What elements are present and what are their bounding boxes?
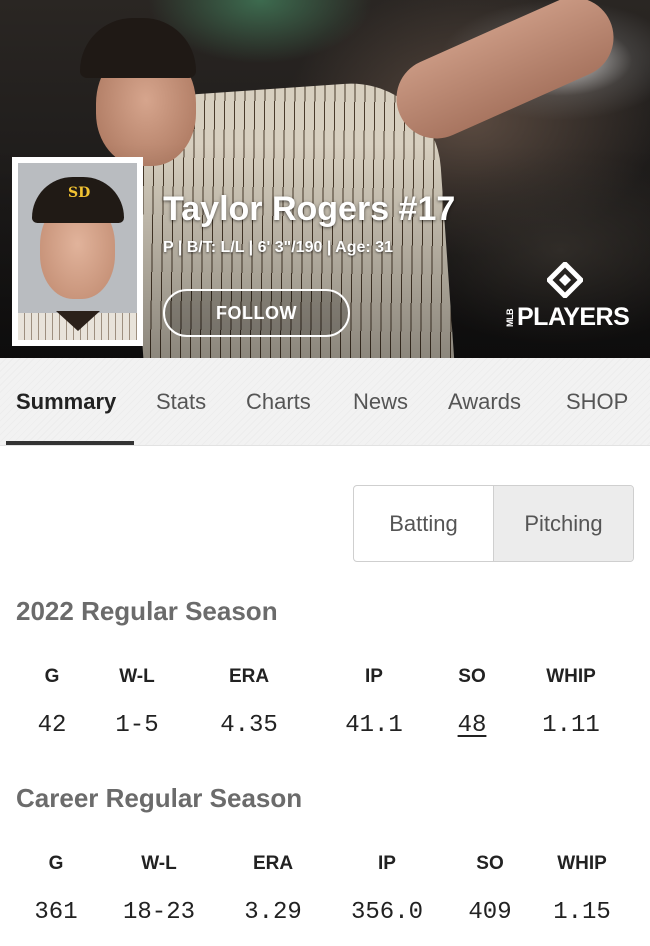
- mlb-players-logo: MLBPLAYERS: [505, 262, 630, 332]
- season-header-g: G: [44, 666, 60, 687]
- player-bio-line: P | B/T: L/L | 6' 3"/190 | Age: 31: [163, 239, 393, 256]
- season-value-g: 42: [37, 712, 67, 739]
- season-section-title: 2022 Regular Season: [16, 596, 278, 626]
- mlb-logo-text: PLAYERS: [517, 303, 630, 331]
- season-value-whip: 1.11: [542, 712, 600, 739]
- career-value-wl: 18-23: [122, 899, 196, 926]
- batting-toggle-button[interactable]: Batting: [354, 486, 493, 561]
- batting-pitching-toggle: Batting Pitching: [353, 485, 634, 562]
- player-name: Taylor Rogers #17: [163, 190, 456, 228]
- player-tab-bar: Summary Stats Charts News Awards SHOP: [0, 358, 650, 446]
- player-headshot: SD: [12, 157, 143, 346]
- player-hero-banner: SD Taylor Rogers #17 P | B/T: L/L | 6' 3…: [0, 0, 650, 358]
- career-value-ip: 356.0: [350, 899, 424, 926]
- career-header-era: ERA: [252, 853, 294, 874]
- season-header-ip: IP: [365, 666, 383, 687]
- career-value-whip: 1.15: [553, 899, 611, 926]
- tab-awards[interactable]: Awards: [448, 389, 521, 415]
- tab-news[interactable]: News: [353, 389, 408, 415]
- mlb-players-diamond-icon: [547, 262, 583, 298]
- season-value-ip: 41.1: [345, 712, 403, 739]
- career-value-g: 361: [34, 899, 78, 926]
- career-header-ip: IP: [378, 853, 396, 874]
- mlb-logo-prefix: MLB: [505, 309, 515, 328]
- tab-shop[interactable]: SHOP: [566, 389, 628, 415]
- career-value-so: 409: [468, 899, 512, 926]
- season-header-era: ERA: [228, 666, 270, 687]
- tab-charts[interactable]: Charts: [246, 389, 311, 415]
- career-header-g: G: [48, 853, 64, 874]
- season-header-whip: WHIP: [546, 666, 596, 687]
- season-value-wl: 1-5: [115, 712, 159, 739]
- cap-logo: SD: [68, 185, 91, 201]
- season-header-so: SO: [458, 666, 486, 687]
- tab-stats[interactable]: Stats: [156, 389, 206, 415]
- season-value-so-link[interactable]: 48: [458, 712, 487, 739]
- pitching-toggle-button[interactable]: Pitching: [493, 486, 633, 561]
- follow-button[interactable]: FOLLOW: [163, 289, 350, 337]
- career-header-whip: WHIP: [557, 853, 607, 874]
- career-section-title: Career Regular Season: [16, 783, 303, 813]
- season-header-wl: W-L: [119, 666, 155, 687]
- career-header-so: SO: [476, 853, 504, 874]
- active-tab-indicator: [6, 441, 134, 445]
- career-header-wl: W-L: [141, 853, 177, 874]
- season-value-era: 4.35: [220, 712, 278, 739]
- tab-summary[interactable]: Summary: [16, 389, 116, 415]
- career-value-era: 3.29: [244, 899, 302, 926]
